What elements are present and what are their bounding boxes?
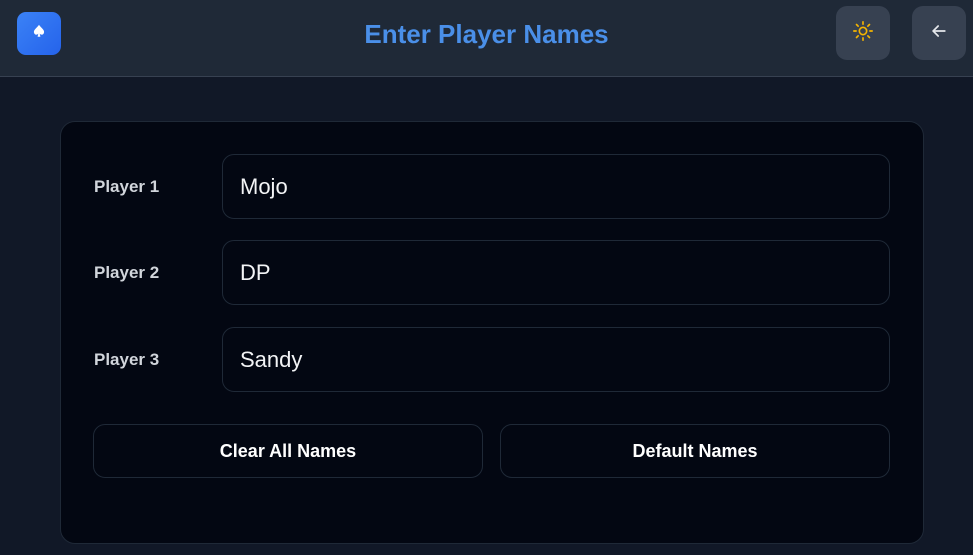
player-3-label: Player 3	[94, 350, 160, 369]
clear-all-names-button[interactable]: Clear All Names	[93, 424, 483, 478]
theme-toggle-button[interactable]	[836, 6, 890, 60]
player-1-input[interactable]	[222, 154, 890, 219]
arrow-left-icon	[929, 21, 949, 46]
page-title: Enter Player Names	[364, 18, 609, 49]
player-2-input[interactable]	[222, 240, 890, 305]
sun-icon	[852, 20, 874, 47]
back-button[interactable]	[912, 6, 966, 60]
player-names-card: Player 1 Player 2 Player 3 Clear All Nam…	[60, 121, 924, 544]
app-header: Enter Player Names	[0, 0, 973, 77]
player-2-label: Player 2	[94, 263, 160, 282]
player-3-input[interactable]	[222, 327, 890, 392]
default-names-button[interactable]: Default Names	[500, 424, 890, 478]
player-1-label: Player 1	[94, 177, 160, 196]
